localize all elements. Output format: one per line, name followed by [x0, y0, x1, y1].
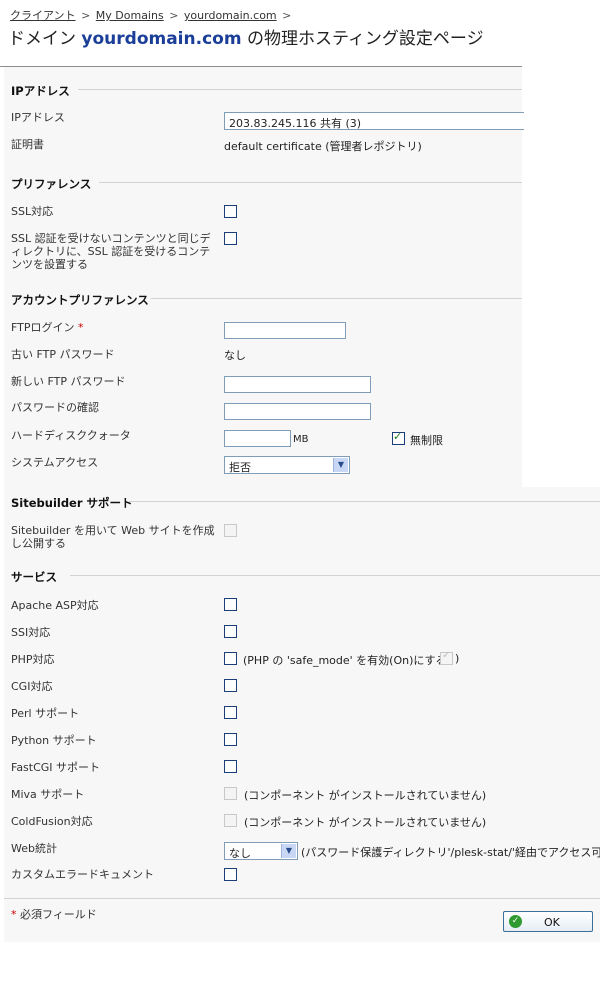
shell-access-label: システムアクセス — [11, 456, 99, 469]
ftp-login-input[interactable] — [224, 322, 346, 339]
custom-error-docs-checkbox[interactable] — [224, 868, 237, 881]
required-fields-text: 必須フィールド — [16, 908, 97, 921]
perl-label: Perl サポート — [11, 707, 80, 720]
web-statistics-value: なし — [229, 847, 251, 860]
web-statistics-label: Web統計 — [11, 842, 57, 855]
new-ftp-password-label: 新しい FTP パスワード — [11, 375, 126, 388]
unlimited-quota-label: 無制限 — [410, 434, 443, 447]
php-checkbox[interactable] — [224, 652, 237, 665]
miva-checkbox[interactable] — [224, 787, 237, 800]
section-heading-sitebuilder: Sitebuilder サポート — [11, 496, 133, 510]
coldfusion-note: (コンポーネント がインストールされていません) — [244, 816, 487, 829]
page-title: ドメイン yourdomain.com の物理ホスティング設定ページ — [8, 24, 484, 49]
ssi-checkbox[interactable] — [224, 625, 237, 638]
sitebuilder-publish-label: Sitebuilder を用いて Web サイトを作成し公開する — [11, 524, 215, 550]
ip-address-select[interactable]: 203.83.245.116 共有 (3) — [224, 112, 524, 130]
section-heading-ip: IPアドレス — [11, 84, 70, 98]
apache-asp-checkbox[interactable] — [224, 598, 237, 611]
ftp-login-label: FTPログイン * — [11, 321, 84, 334]
ssl-support-checkbox[interactable] — [224, 205, 237, 218]
fastcgi-label: FastCGI サポート — [11, 761, 101, 774]
section-heading-preferences: プリファレンス — [11, 177, 92, 191]
apache-asp-label: Apache ASP対応 — [11, 599, 99, 612]
miva-label: Miva サポート — [11, 788, 85, 801]
required-fields-note: * 必須フィールド — [11, 908, 97, 921]
breadcrumb-separator: > — [169, 9, 179, 22]
ip-address-value: 203.83.245.116 共有 (3) — [229, 117, 362, 130]
footer-divider — [4, 898, 600, 899]
php-safe-mode-checkbox[interactable] — [440, 650, 453, 665]
chevron-down-icon[interactable]: ▼ — [333, 458, 348, 472]
required-mark: * — [78, 321, 84, 334]
php-label: PHP対応 — [11, 653, 55, 666]
ok-button[interactable]: ✓ OK — [503, 911, 593, 932]
section-divider — [78, 89, 522, 90]
page-title-suffix: の物理ホスティング設定ページ — [241, 29, 484, 49]
certificate-value: default certificate (管理者レポジトリ) — [224, 140, 422, 153]
ssl-support-label: SSL対応 — [11, 205, 54, 218]
breadcrumb-link-domain[interactable]: yourdomain.com — [184, 9, 277, 22]
page-title-domain: yourdomain.com — [81, 29, 242, 49]
cgi-label: CGI対応 — [11, 680, 53, 693]
shell-access-value: 拒否 — [229, 461, 251, 474]
breadcrumb-separator: > — [282, 9, 292, 22]
cgi-checkbox[interactable] — [224, 679, 237, 692]
confirm-password-label: パスワードの確認 — [11, 401, 99, 414]
breadcrumb-link-clients[interactable]: クライアント — [10, 9, 76, 22]
unlimited-quota-checkbox[interactable] — [392, 430, 405, 445]
ftp-login-label-text: FTPログイン — [11, 321, 75, 334]
coldfusion-checkbox[interactable] — [224, 814, 237, 827]
chevron-down-icon[interactable]: ▼ — [281, 844, 296, 858]
shell-access-select[interactable]: 拒否 ▼ — [224, 456, 350, 474]
ok-button-label: OK — [544, 916, 560, 929]
section-divider — [99, 182, 522, 183]
section-divider — [129, 501, 600, 502]
section-heading-services: サービス — [11, 570, 57, 584]
php-safe-mode-note: (PHP の 'safe_mode' を有効(On)にする — [243, 654, 447, 667]
form-panel-upper — [4, 67, 522, 487]
php-safe-mode-note-end: ) — [455, 652, 460, 665]
fastcgi-checkbox[interactable] — [224, 760, 237, 773]
breadcrumb-link-my-domains[interactable]: My Domains — [96, 9, 164, 22]
page-title-prefix: ドメイン — [8, 29, 82, 49]
python-label: Python サポート — [11, 734, 97, 747]
section-divider — [70, 575, 600, 576]
ip-address-label: IPアドレス — [11, 111, 65, 124]
section-divider — [151, 298, 522, 299]
old-ftp-password-label: 古い FTP パスワード — [11, 348, 115, 361]
checkmark-circle-icon: ✓ — [509, 915, 522, 928]
coldfusion-label: ColdFusion対応 — [11, 815, 93, 828]
disk-quota-unit: MB — [293, 434, 309, 445]
breadcrumb-separator: > — [81, 9, 91, 22]
miva-note: (コンポーネント がインストールされていません) — [244, 789, 487, 802]
python-checkbox[interactable] — [224, 733, 237, 746]
custom-error-docs-label: カスタムエラードキュメント — [11, 868, 154, 881]
web-statistics-note: (パスワード保護ディレクトリ'/plesk-stat/'経由でアクセス可能 — [301, 846, 600, 859]
perl-checkbox[interactable] — [224, 706, 237, 719]
ssi-label: SSI対応 — [11, 626, 51, 639]
certificate-label: 証明書 — [11, 138, 44, 151]
web-statistics-select[interactable]: なし ▼ — [224, 842, 298, 860]
old-ftp-password-value: なし — [224, 349, 246, 362]
ssl-same-directory-checkbox[interactable] — [224, 232, 237, 245]
new-ftp-password-input[interactable] — [224, 376, 371, 393]
confirm-password-input[interactable] — [224, 403, 371, 420]
section-heading-account: アカウントプリファレンス — [11, 293, 149, 307]
ssl-same-directory-label: SSL 認証を受けないコンテンツと同じディレクトリに、SSL 認証を受けるコンテ… — [11, 232, 211, 271]
breadcrumb: クライアント > My Domains > yourdomain.com > — [10, 7, 293, 23]
disk-quota-label: ハードディスククォータ — [11, 429, 131, 442]
sitebuilder-publish-checkbox[interactable] — [224, 524, 237, 537]
disk-quota-input[interactable] — [224, 430, 291, 447]
